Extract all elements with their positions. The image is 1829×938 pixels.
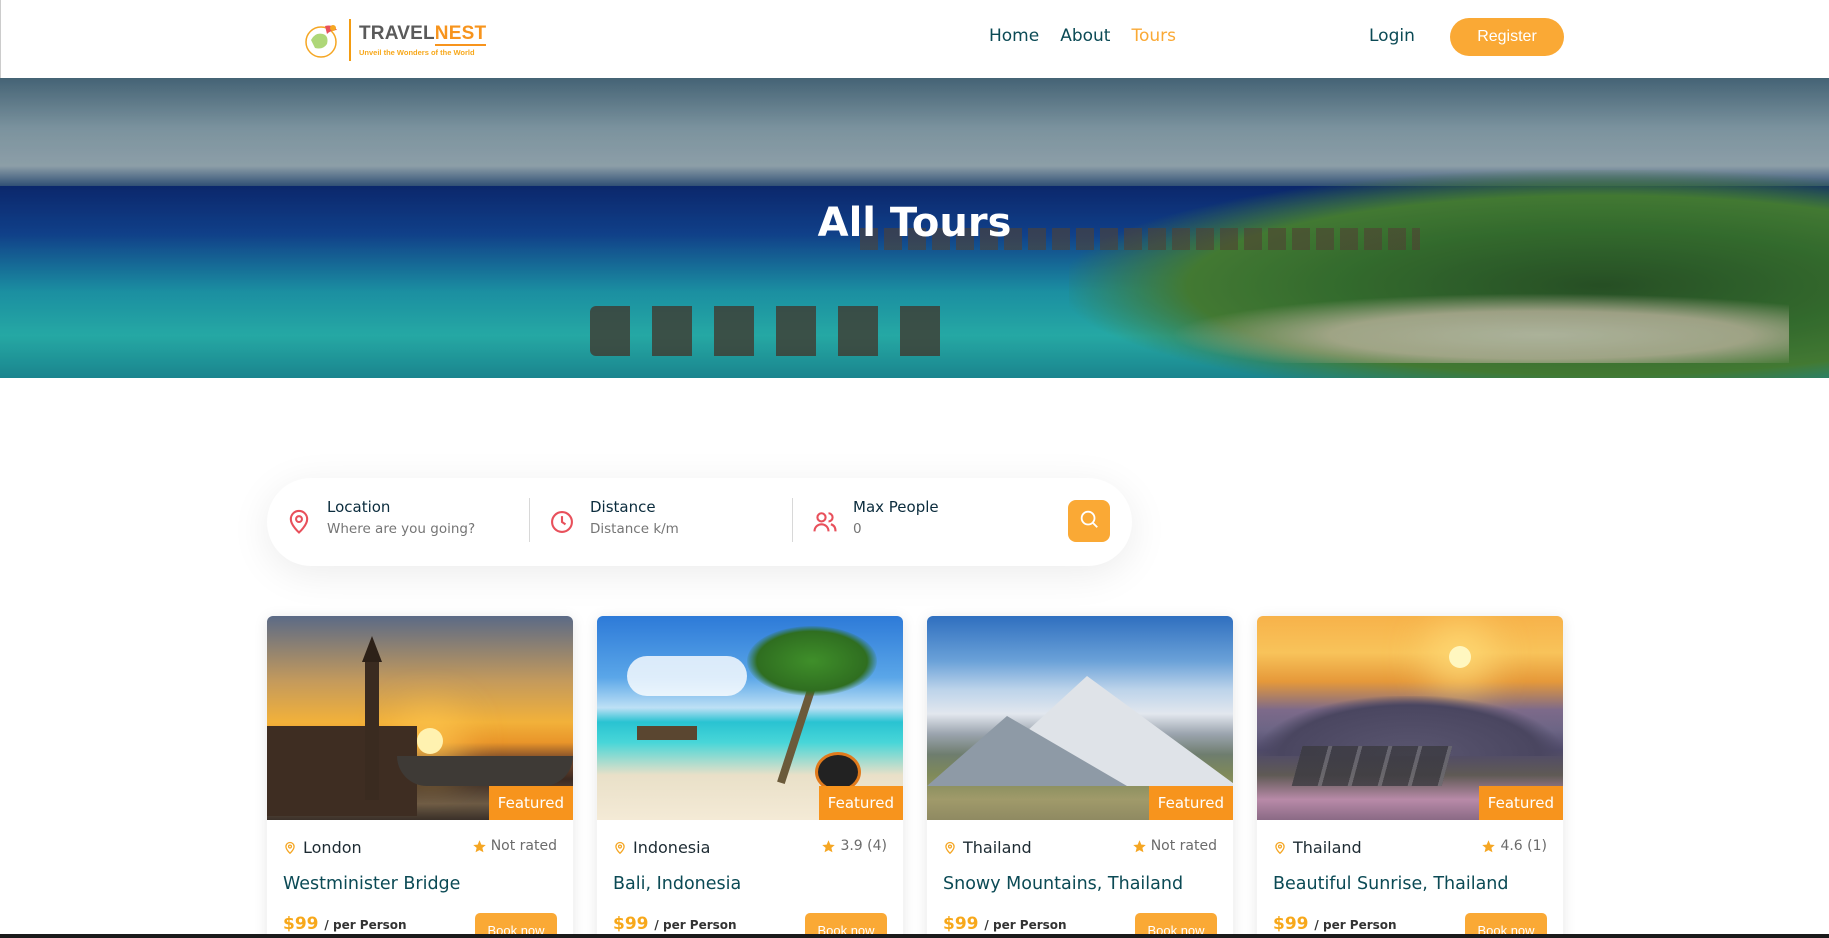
- nav-about[interactable]: About: [1060, 26, 1110, 46]
- rating-text: 3.9 (4): [840, 838, 887, 854]
- tour-location: Thailand: [943, 838, 1032, 857]
- tour-rating: Not rated: [472, 838, 557, 854]
- map-pin-icon: [285, 508, 313, 536]
- rating-text: Not rated: [490, 838, 557, 854]
- brand-logo[interactable]: TRAVELNEST Unveil the Wonders of the Wor…: [303, 18, 487, 62]
- location-label: Location: [327, 498, 391, 516]
- map-pin-icon: [945, 841, 955, 854]
- tour-card[interactable]: Featured Indonesia 3.9 (4) Bali, Indones…: [597, 616, 903, 934]
- map-pin-icon: [1275, 841, 1285, 854]
- star-icon: [472, 839, 486, 852]
- nav-tours[interactable]: Tours: [1131, 26, 1176, 46]
- star-icon: [1132, 839, 1146, 852]
- featured-badge: Featured: [488, 786, 573, 820]
- tour-city: Thailand: [1293, 838, 1362, 857]
- tour-price: $99 / per Person: [283, 914, 407, 934]
- tour-title[interactable]: Bali, Indonesia: [613, 874, 741, 894]
- map-pin-icon: [285, 841, 295, 854]
- location-input[interactable]: [327, 521, 507, 537]
- tour-location: Indonesia: [613, 838, 710, 857]
- tour-card[interactable]: Featured Thailand 4.6 (1) Beautiful Sunr…: [1257, 616, 1563, 934]
- tour-card[interactable]: Featured Thailand Not rated Snowy Mounta…: [927, 616, 1233, 934]
- star-icon: [1482, 839, 1496, 852]
- hero-banner: All Tours: [0, 78, 1829, 378]
- main-nav: Home About Tours: [989, 26, 1197, 46]
- tour-rating: Not rated: [1132, 838, 1217, 854]
- search-field-max-people: Max People: [793, 478, 1056, 566]
- search-icon: [1078, 508, 1100, 534]
- brand-name: TRAVELNEST: [359, 22, 487, 46]
- rating-text: 4.6 (1): [1500, 838, 1547, 854]
- brand-tagline: Unveil the Wonders of the World: [359, 47, 475, 57]
- distance-label: Distance: [590, 498, 656, 516]
- logo-divider: [349, 19, 351, 61]
- login-link[interactable]: Login: [1369, 26, 1415, 46]
- rating-text: Not rated: [1150, 838, 1217, 854]
- tour-rating: 3.9 (4): [821, 838, 887, 854]
- tour-location: Thailand: [1273, 838, 1362, 857]
- tour-city: London: [303, 838, 362, 857]
- tour-city: Indonesia: [633, 838, 711, 857]
- search-field-distance: Distance: [530, 478, 793, 566]
- page: TRAVELNEST Unveil the Wonders of the Wor…: [0, 0, 1829, 934]
- nav-home[interactable]: Home: [989, 26, 1039, 46]
- max-people-label: Max People: [853, 498, 939, 516]
- tour-card-list: Featured London Not rated Westminister B…: [267, 616, 1563, 934]
- tour-card[interactable]: Featured London Not rated Westminister B…: [267, 616, 573, 934]
- logo-text: TRAVELNEST Unveil the Wonders of the Wor…: [359, 22, 487, 57]
- star-icon: [822, 839, 836, 852]
- book-now-button[interactable]: Book now: [475, 913, 557, 934]
- search-field-location: Location: [267, 478, 530, 566]
- site-header: TRAVELNEST Unveil the Wonders of the Wor…: [0, 0, 1829, 78]
- clock-icon: [548, 508, 576, 536]
- map-pin-icon: [615, 841, 625, 854]
- book-now-button[interactable]: Book now: [1135, 913, 1217, 934]
- book-now-button[interactable]: Book now: [805, 913, 887, 934]
- featured-badge: Featured: [818, 786, 903, 820]
- tour-title[interactable]: Snowy Mountains, Thailand: [943, 874, 1183, 894]
- page-title: All Tours: [817, 200, 1012, 246]
- tour-city: Thailand: [963, 838, 1032, 857]
- book-now-button[interactable]: Book now: [1465, 913, 1547, 934]
- register-button[interactable]: Register: [1450, 18, 1564, 56]
- max-people-input[interactable]: [853, 521, 1033, 537]
- logo-globe-icon: [303, 20, 341, 60]
- tour-title[interactable]: Westminister Bridge: [283, 874, 460, 894]
- featured-badge: Featured: [1148, 786, 1233, 820]
- tour-rating: 4.6 (1): [1481, 838, 1547, 854]
- tour-search-bar: Location Distance Max People: [267, 478, 1132, 566]
- tour-price: $99 / per Person: [613, 914, 737, 934]
- window-bottom-edge: [0, 934, 1829, 938]
- tour-price: $99 / per Person: [1273, 914, 1397, 934]
- tour-title[interactable]: Beautiful Sunrise, Thailand: [1273, 874, 1509, 894]
- users-icon: [811, 508, 839, 536]
- featured-badge: Featured: [1478, 786, 1563, 820]
- tour-price: $99 / per Person: [943, 914, 1067, 934]
- distance-input[interactable]: [590, 521, 770, 537]
- search-button[interactable]: [1068, 500, 1110, 542]
- tour-location: London: [283, 838, 362, 857]
